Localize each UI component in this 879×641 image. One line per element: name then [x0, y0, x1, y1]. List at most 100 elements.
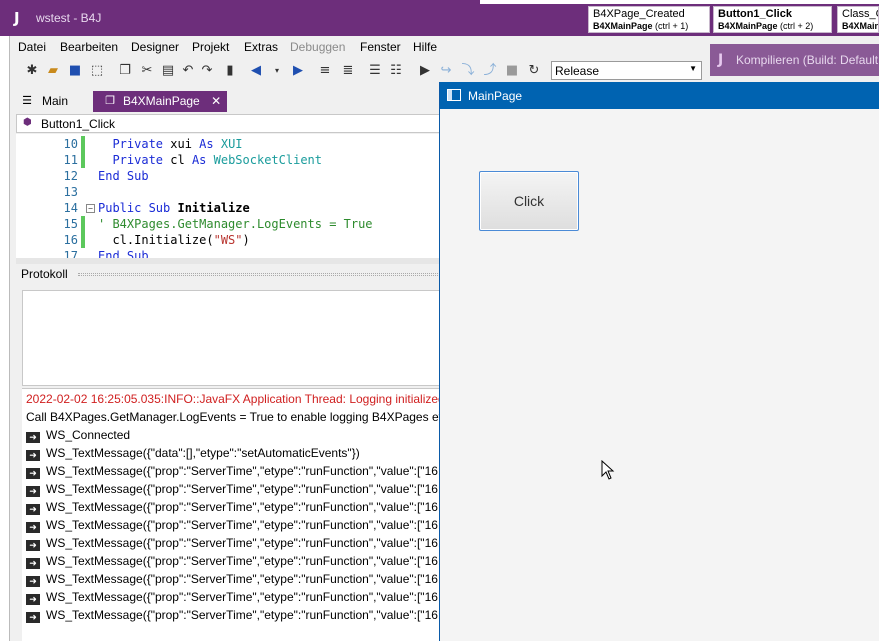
menu-bearbeiten[interactable]: Bearbeiten	[60, 40, 118, 54]
sub-list-header[interactable]: ⬢ Button1_Click	[16, 114, 440, 133]
build-config-select[interactable]: Release ▼	[551, 61, 702, 80]
log-output[interactable]: 2022-02-02 16:25:05.035:INFO::JavaFX App…	[22, 388, 440, 641]
run-icon[interactable]: ▶	[417, 63, 433, 79]
code-line[interactable]: 16 cl.Initialize("WS")	[16, 232, 440, 248]
log-text: WS_TextMessage({"prop":"ServerTime","ety…	[46, 608, 440, 622]
stop-icon[interactable]: ■	[504, 63, 520, 79]
tab-b4xmainpage[interactable]: ❐ B4XMainPage ✕	[93, 91, 228, 112]
restart-icon[interactable]: ↻	[526, 63, 542, 79]
code-line[interactable]: 12 End Sub	[16, 168, 440, 184]
list-icon: ☰	[22, 95, 32, 107]
mainpage-window	[439, 82, 879, 641]
log-line: ➜ WS_TextMessage({"data":[],"etype":"setA…	[26, 444, 360, 462]
tab-main-label: Main	[42, 94, 69, 108]
click-button[interactable]: Click	[479, 171, 579, 231]
menu-hilfe[interactable]: Hilfe	[413, 40, 437, 54]
indent-icon[interactable]: ≡	[317, 63, 333, 79]
drag-handle[interactable]	[78, 273, 440, 276]
step-over-icon[interactable]: ⤴	[482, 63, 498, 79]
title-tab-module: B4XMainPage	[718, 21, 778, 31]
b4j-app-icon: J	[14, 9, 20, 27]
code-line[interactable]: 14− Public Sub Initialize	[16, 200, 440, 216]
menu-projekt[interactable]: Projekt	[192, 40, 229, 54]
code-line[interactable]: 13	[16, 184, 440, 200]
log-line: ➜ WS_Connected	[26, 426, 130, 444]
editor-tab-bar: ☰ Main ❐ B4XMainPage ✕	[10, 88, 440, 112]
line-number: 13	[63, 185, 78, 199]
menu-fenster[interactable]: Fenster	[360, 40, 401, 54]
title-tab-label: Button1_Click	[718, 8, 792, 20]
code-text: Public Sub Initialize	[98, 201, 250, 215]
paste-icon[interactable]: ▤	[160, 63, 176, 79]
line-number: 15	[63, 217, 78, 231]
line-number: 10	[63, 137, 78, 151]
log-text: WS_TextMessage({"prop":"ServerTime","ety…	[46, 464, 440, 478]
code-line[interactable]: 11 Private cl As WebSocketClient	[16, 152, 440, 168]
new-file-icon[interactable]: ✱	[24, 63, 40, 79]
undo-icon[interactable]: ↶	[180, 63, 196, 79]
log-text: WS_TextMessage({"prop":"ServerTime","ety…	[46, 554, 440, 568]
build-config-value: Release	[555, 64, 600, 78]
copy-icon: ❐	[105, 95, 115, 107]
log-text: WS_TextMessage({"prop":"ServerTime","ety…	[46, 482, 440, 496]
menu-datei[interactable]: Datei	[18, 40, 46, 54]
fold-toggle-icon[interactable]: −	[86, 204, 95, 213]
tab-main[interactable]: ☰ Main	[10, 91, 74, 112]
step-icon[interactable]: ↪	[438, 63, 454, 79]
title-bar-top-edge	[480, 0, 879, 4]
title-tab-button1-click[interactable]: Button1_Click B4XMainPage (ctrl + 2)	[713, 6, 832, 33]
protokoll-header: Protokoll	[16, 264, 440, 284]
close-icon[interactable]: ✕	[211, 94, 221, 108]
title-tab-class-g[interactable]: Class_G B4XMainP	[837, 6, 879, 33]
b4j-compile-icon: J	[718, 52, 724, 68]
protokoll-filter-area[interactable]	[22, 290, 440, 386]
menu-designer[interactable]: Designer	[131, 40, 179, 54]
title-tab-b4xpage-created[interactable]: B4XPage_Created B4XMainPage (ctrl + 1)	[588, 6, 710, 33]
chevron-down-icon: ▼	[689, 64, 697, 73]
code-line[interactable]: 15 ' B4XPages.GetManager.LogEvents = True	[16, 216, 440, 232]
menu-extras[interactable]: Extras	[244, 40, 278, 54]
log-line: ➜ WS_TextMessage({"prop":"ServerTime","et…	[26, 516, 440, 534]
log-arrow-icon: ➜	[26, 612, 40, 623]
code-line[interactable]: 10 Private xui As XUI	[16, 136, 440, 152]
log-arrow-icon: ➜	[26, 576, 40, 587]
mainpage-titlebar[interactable]: MainPage	[440, 82, 879, 109]
log-line: ➜ WS_TextMessage({"prop":"ServerTime","et…	[26, 534, 440, 552]
step-into-icon[interactable]: ⤵	[460, 63, 476, 79]
log-arrow-icon: ➜	[26, 468, 40, 479]
code-text: Private xui As XUI	[98, 137, 243, 151]
background-window-strip	[0, 0, 10, 641]
compile-window-titlebar[interactable]: J Kompilieren (Build: Default	[710, 44, 879, 76]
code-editor[interactable]: 10 Private xui As XUI 11 Private cl As We…	[16, 134, 440, 258]
log-arrow-icon: ➜	[26, 558, 40, 569]
code-line[interactable]: 17 End Sub	[16, 248, 440, 258]
log-arrow-icon: ➜	[26, 486, 40, 497]
log-line: ➜ WS_TextMessage({"prop":"ServerTime","et…	[26, 606, 440, 624]
log-text: WS_Connected	[46, 428, 131, 442]
title-tab-label: B4XPage_Created	[593, 8, 685, 20]
line-number: 14	[63, 201, 78, 215]
copy-icon[interactable]: ❐	[117, 63, 133, 79]
cut-icon[interactable]: ✂	[139, 63, 155, 79]
uncomment-icon[interactable]: ☷	[388, 63, 404, 79]
export-icon[interactable]: ⬚	[89, 63, 105, 79]
outdent-icon[interactable]: ≣	[340, 63, 356, 79]
log-line: ➜ WS_TextMessage({"prop":"ServerTime","et…	[26, 462, 440, 480]
log-line: ➜ WS_TextMessage({"prop":"ServerTime","et…	[26, 570, 440, 588]
forward-icon[interactable]: ▶	[290, 63, 306, 79]
open-folder-icon[interactable]: ▰	[45, 63, 61, 79]
mainpage-title: MainPage	[468, 89, 523, 103]
line-number: 12	[63, 169, 78, 183]
change-marker	[81, 152, 85, 168]
log-arrow-icon: ➜	[26, 450, 40, 461]
comment-icon[interactable]: ☰	[367, 63, 383, 79]
change-marker	[81, 136, 85, 152]
title-tab-shortcut: (ctrl + 2)	[780, 21, 814, 31]
menu-debuggen[interactable]: Debuggen	[290, 40, 345, 54]
back-icon[interactable]: ◀	[248, 63, 264, 79]
redo-icon[interactable]: ↷	[199, 63, 215, 79]
save-icon[interactable]: ■	[67, 63, 83, 79]
back-dropdown-icon[interactable]: ▾	[269, 63, 285, 79]
log-line: ➜ WS_TextMessage({"prop":"ServerTime","et…	[26, 480, 440, 498]
bookmark-icon[interactable]: ▮	[222, 63, 238, 79]
